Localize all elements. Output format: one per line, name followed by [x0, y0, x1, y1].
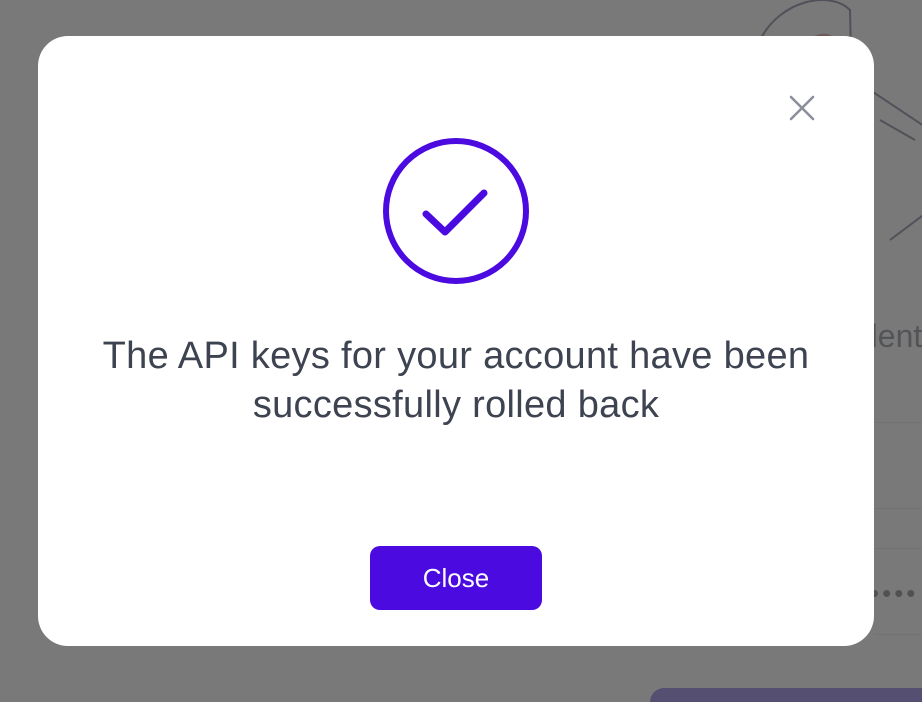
success-message: The API keys for your account have been … [102, 335, 810, 426]
check-circle-icon [383, 138, 529, 284]
close-icon[interactable] [788, 94, 816, 122]
page: dent •••• The API keys for your account … [0, 0, 922, 702]
close-button[interactable]: Close [370, 546, 542, 610]
success-dialog: The API keys for your account have been … [38, 36, 874, 646]
